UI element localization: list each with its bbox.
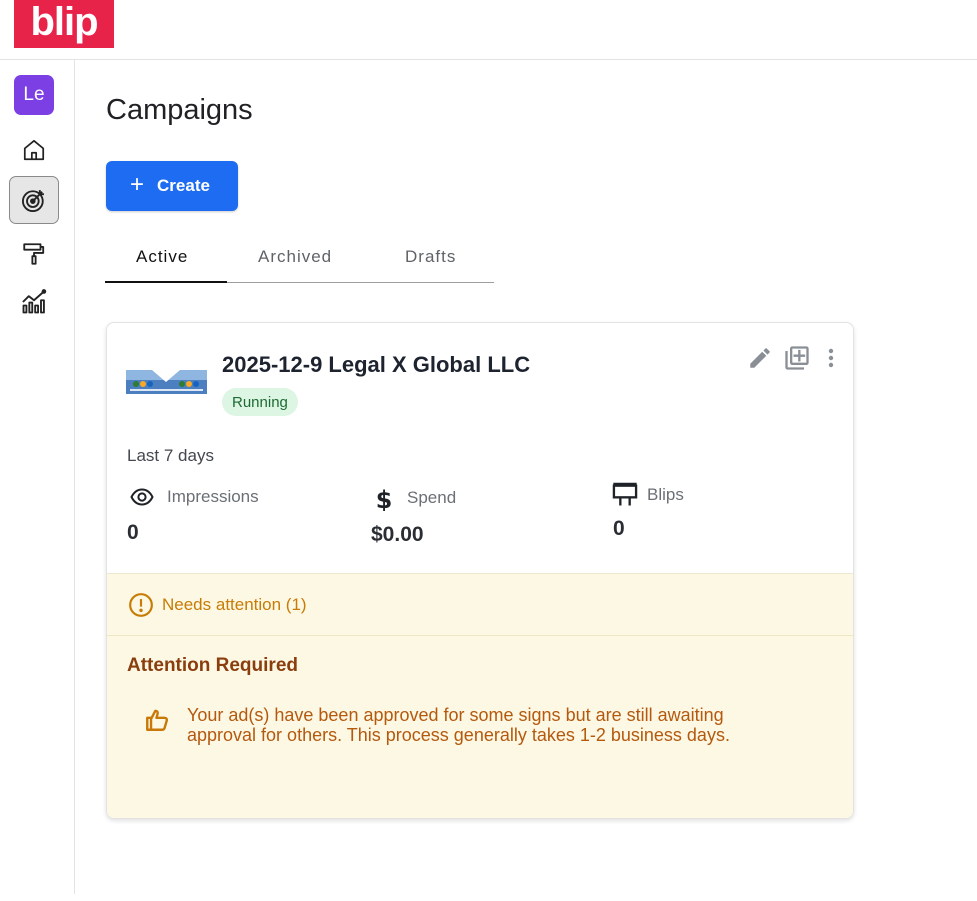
tab-archived[interactable]: Archived (258, 247, 332, 267)
edit-button[interactable] (747, 345, 773, 371)
blip-logo[interactable]: blip (14, 0, 114, 48)
more-vertical-icon (828, 348, 834, 368)
target-icon (21, 190, 44, 213)
attention-divider (107, 635, 853, 636)
blips-label: Blips (647, 485, 684, 504)
sidebar: Le (0, 60, 75, 894)
analytics-icon (22, 289, 47, 314)
metric-impressions: Impressions 0 (127, 485, 259, 545)
thumbs-up-icon (146, 709, 169, 731)
svg-text:blip: blip (30, 0, 97, 44)
metric-spend: $ Spend $0.00 (371, 485, 456, 547)
impressions-value: 0 (127, 521, 139, 544)
blips-value: 0 (613, 517, 625, 540)
eye-icon (130, 488, 154, 506)
attention-message: Your ad(s) have been approved for some s… (187, 705, 730, 745)
period-label: Last 7 days (127, 446, 214, 465)
more-options-button[interactable] (821, 345, 841, 371)
billboard-icon (612, 482, 638, 506)
sidebar-item-reports[interactable] (9, 278, 59, 326)
avatar[interactable]: Le (14, 75, 54, 115)
top-bar: blip (0, 0, 977, 60)
avatar-initials: Le (23, 84, 45, 105)
campaign-title[interactable]: 2025-12-9 Legal X Global LLC (222, 352, 530, 378)
duplicate-icon (785, 346, 809, 370)
spend-value: $0.00 (371, 523, 424, 546)
sidebar-item-campaigns[interactable] (9, 176, 59, 224)
svg-text:$: $ (376, 486, 393, 511)
needs-attention-toggle[interactable]: Needs attention (1) (128, 592, 307, 618)
status-badge: Running (222, 388, 298, 416)
card-actions (737, 344, 841, 372)
attention-title: Attention Required (127, 655, 298, 676)
duplicate-button[interactable] (783, 344, 811, 372)
metric-blips: Blips 0 (611, 481, 684, 541)
tab-indicator (105, 281, 227, 283)
spend-label: Spend (407, 488, 457, 507)
sidebar-item-home[interactable] (9, 126, 59, 174)
campaign-tabs: Active Archived Drafts (105, 236, 494, 283)
create-button[interactable]: + Create (106, 161, 238, 211)
home-icon (23, 139, 45, 161)
sidebar-item-creative[interactable] (9, 230, 59, 278)
campaign-thumbnail (126, 370, 207, 394)
pencil-icon (750, 348, 770, 368)
page-title: Campaigns (106, 94, 253, 126)
create-button-label: Create (157, 176, 210, 195)
paint-roller-icon (23, 243, 45, 265)
campaign-card[interactable]: 2025-12-9 Legal X Global LLC Running Las… (106, 322, 854, 819)
plus-icon: + (130, 170, 145, 198)
attention-panel: Needs attention (1) Attention Required Y… (107, 573, 853, 818)
needs-attention-label: Needs attention (1) (162, 595, 307, 614)
impressions-label: Impressions (167, 487, 259, 506)
tab-active[interactable]: Active (136, 247, 188, 267)
tab-drafts[interactable]: Drafts (405, 247, 456, 267)
alert-circle-icon (129, 593, 153, 617)
dollar-icon: $ (376, 486, 393, 511)
